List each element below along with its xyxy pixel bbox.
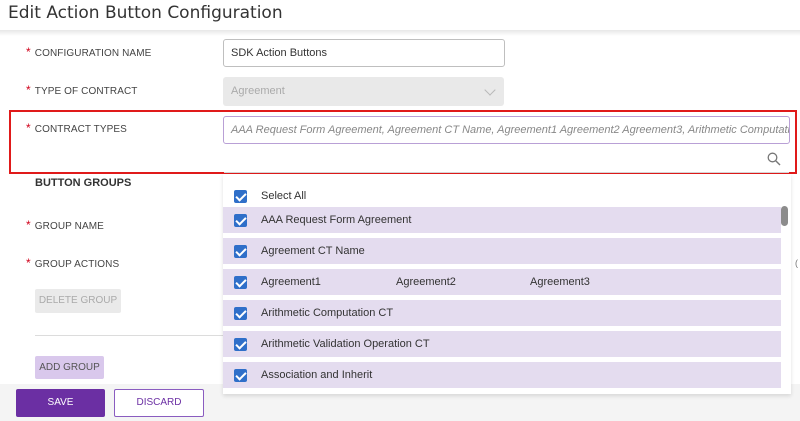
button-groups-title: BUTTON GROUPS [35,177,132,189]
group-actions-label-text: GROUP ACTIONS [34,259,120,270]
type-of-contract-label: * TYPE OF CONTRACT [26,83,138,97]
option-label: Agreement CT Name [261,245,365,257]
option-label: Arithmetic Computation CT [261,307,394,319]
type-of-contract-label-text: TYPE OF CONTRACT [34,86,138,97]
dropdown-option[interactable]: Agreement1 Agreement2 Agreement3 [223,269,781,295]
option-label: Arithmetic Validation Operation CT [261,338,430,350]
checkbox-checked-icon[interactable] [234,337,247,351]
dropdown-option-select-all[interactable]: Select All [223,183,781,209]
option-label: Agreement1 [261,276,321,288]
checkbox-checked-icon[interactable] [234,275,247,289]
checkbox-checked-icon[interactable] [234,244,247,258]
checkbox-checked-icon[interactable] [234,189,247,203]
option-label: Association and Inherit [261,369,373,381]
delete-group-button[interactable]: DELETE GROUP [35,289,121,313]
chevron-down-icon [484,84,496,96]
option-label-2: Agreement2 [396,276,456,288]
config-name-input[interactable]: SDK Action Buttons [223,39,505,67]
required-marker: * [26,45,31,59]
type-of-contract-value: Agreement [231,85,285,97]
required-marker: * [26,218,31,232]
contract-types-label-text: CONTRACT TYPES [34,124,127,135]
partial-icon: ( [795,258,798,268]
dropdown-option[interactable]: Agreement CT Name [223,238,781,264]
option-label: Select All [261,190,307,202]
group-name-label: * GROUP NAME [26,218,104,232]
dropdown-option[interactable]: Arithmetic Computation CT [223,300,781,326]
contract-types-label: * CONTRACT TYPES [26,121,127,135]
section-divider [35,335,225,336]
group-name-label-text: GROUP NAME [34,221,104,232]
dropdown-option[interactable]: Arithmetic Validation Operation CT [223,331,781,357]
discard-button[interactable]: DISCARD [114,389,204,417]
add-group-button[interactable]: ADD GROUP [35,356,104,379]
option-label: AAA Request Form Agreement [261,214,412,226]
dropdown-option[interactable]: Association and Inherit [223,362,781,388]
checkbox-checked-icon[interactable] [234,213,247,227]
checkbox-checked-icon[interactable] [234,368,247,382]
search-icon [767,152,781,166]
type-of-contract-select: Agreement [223,77,504,106]
contract-types-dropdown: Select All AAA Request Form Agreement Ag… [223,174,791,394]
option-label-3: Agreement3 [530,276,590,288]
contract-types-multiselect[interactable]: AAA Request Form Agreement, Agreement CT… [223,116,790,144]
group-actions-label: * GROUP ACTIONS [26,256,119,270]
header-divider [0,30,800,36]
config-name-label-text: CONFIGURATION NAME [34,48,152,59]
required-marker: * [26,83,31,97]
dropdown-search-input[interactable] [224,146,789,173]
dropdown-option[interactable]: AAA Request Form Agreement [223,207,781,233]
save-button[interactable]: SAVE [16,389,105,417]
required-marker: * [26,256,31,270]
config-name-label: * CONFIGURATION NAME [26,45,151,59]
checkbox-checked-icon[interactable] [234,306,247,320]
required-marker: * [26,121,31,135]
dropdown-scrollbar[interactable] [781,206,788,226]
page-title: Edit Action Button Configuration [8,3,283,23]
